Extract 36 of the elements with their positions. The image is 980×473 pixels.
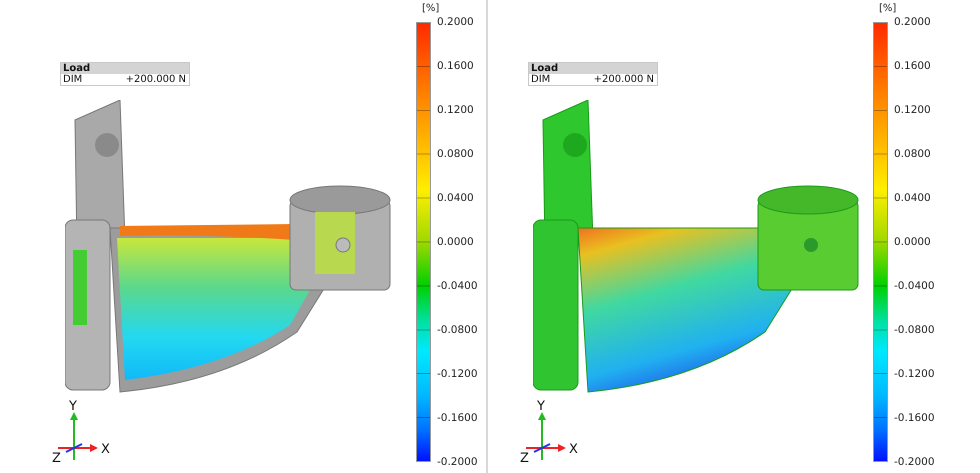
axis-label: X: [101, 442, 110, 457]
load-label: DIM: [63, 74, 82, 85]
axis-label: X: [569, 442, 578, 457]
scale-tick-label: -0.2000: [437, 455, 478, 469]
scale-tick-label: 0.0000: [894, 235, 932, 249]
load-value: +200.000 N: [594, 74, 654, 85]
scale-tick-label: 0.1200: [437, 103, 475, 117]
scale-tick-label: -0.1600: [894, 411, 935, 425]
axis-label: Z: [520, 451, 529, 464]
axis-label: Y: [69, 400, 77, 414]
scale-tick-label: -0.0800: [437, 323, 478, 337]
axis-label: Y: [537, 400, 545, 414]
scale-tick-label: -0.0400: [437, 279, 478, 293]
scale-tick-label: 0.1600: [437, 59, 475, 73]
scale-tick-label: -0.0400: [894, 279, 935, 293]
load-table-title: Load: [61, 63, 189, 74]
scale-tick-label: -0.1600: [437, 411, 478, 425]
scale-unit: [%]: [422, 2, 440, 16]
scale-tick-label: -0.1200: [437, 367, 478, 381]
load-value: +200.000 N: [126, 74, 186, 85]
scale-tick-label: 0.2000: [894, 15, 932, 29]
scale-unit: [%]: [879, 2, 896, 16]
scale-tick-label: 0.0400: [437, 191, 475, 205]
axis-label: Z: [52, 451, 61, 464]
scale-tick-label: 0.0800: [894, 147, 932, 161]
scale-tick-label: 0.0000: [437, 235, 475, 249]
scale-tick-label: 0.1200: [894, 103, 932, 117]
scale-tick-label: 0.0400: [894, 191, 932, 205]
load-table-title: Load: [529, 63, 657, 74]
scale-tick-label: 0.1600: [894, 59, 932, 73]
scale-tick-label: 0.0800: [437, 147, 475, 161]
scale-tick-label: 0.2000: [437, 15, 475, 29]
scale-tick-label: -0.2000: [894, 455, 935, 469]
scale-tick-label: -0.1200: [894, 367, 935, 381]
load-label: DIM: [531, 74, 550, 85]
scale-tick-label: -0.0800: [894, 323, 935, 337]
